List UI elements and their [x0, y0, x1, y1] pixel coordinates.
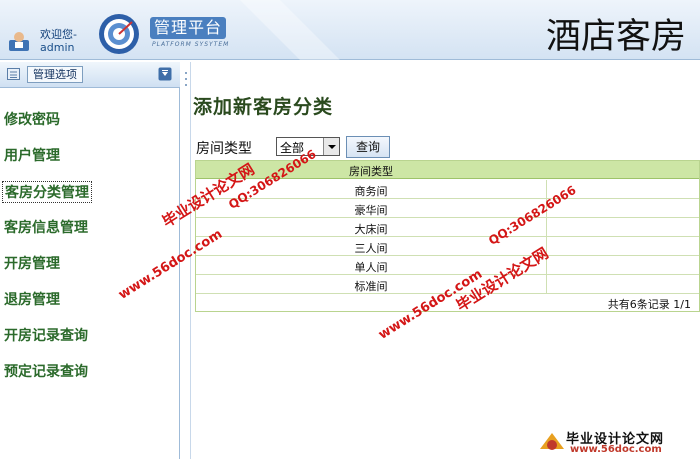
- table-row[interactable]: 大床间: [196, 218, 699, 237]
- site-title: 酒店客房: [546, 17, 687, 57]
- top-header: 欢迎您- admin 管理平台 PLATFORM SYSYTEM 酒店客房: [0, 0, 700, 60]
- brand-subtitle: PLATFORM SYSYTEM: [152, 41, 230, 48]
- list-icon: [7, 68, 20, 80]
- corner-logo-url: www.56doc.com: [570, 444, 662, 455]
- table-row[interactable]: 豪华间: [196, 199, 699, 218]
- sidebar-item-reservation-records[interactable]: 预定记录查询: [4, 361, 88, 381]
- user-info: 欢迎您- admin: [4, 22, 94, 56]
- column-divider: [546, 275, 547, 293]
- table-cell-room-type: 豪华间: [354, 204, 388, 217]
- corner-logo: 毕业设计论文网 www.56doc.com: [536, 426, 700, 459]
- sidebar-item-room-category[interactable]: 客房分类管理: [2, 181, 92, 203]
- collapse-arrow-icon[interactable]: [158, 67, 172, 81]
- header-decoration: [240, 0, 340, 60]
- user-icon: [9, 32, 29, 51]
- platform-logo-icon: [99, 14, 139, 54]
- sidebar-item-user-management[interactable]: 用户管理: [4, 145, 60, 165]
- pagination-info: 共有6条记录 1/1: [607, 298, 691, 311]
- table-row[interactable]: 三人间: [196, 237, 699, 256]
- sidebar-header-label: 管理选项: [27, 66, 83, 83]
- page-title: 添加新客房分类: [193, 96, 334, 118]
- sidebar-header: 管理选项: [0, 62, 180, 88]
- brand: 管理平台 PLATFORM SYSYTEM: [148, 17, 238, 55]
- sidebar-item-room-info[interactable]: 客房信息管理: [4, 217, 88, 237]
- sidebar-item-check-in[interactable]: 开房管理: [4, 253, 60, 273]
- table-row[interactable]: 单人间: [196, 256, 699, 275]
- sidebar-item-checkin-records[interactable]: 开房记录查询: [4, 325, 88, 345]
- column-divider: [546, 180, 547, 198]
- sidebar-item-change-password[interactable]: 修改密码: [4, 109, 60, 129]
- brand-title: 管理平台: [150, 17, 227, 39]
- app-window: 欢迎您- admin 管理平台 PLATFORM SYSYTEM 酒店客房 管理…: [0, 0, 700, 459]
- welcome-text: 欢迎您-: [40, 28, 77, 41]
- sidebar: 管理选项 修改密码 用户管理 客房分类管理 客房信息管理 开房管理 退房管理 开…: [0, 62, 180, 459]
- splitter-grip-icon: [185, 72, 187, 86]
- query-button[interactable]: 查询: [346, 136, 390, 158]
- chevron-down-icon: [328, 145, 336, 149]
- sidebar-item-check-out[interactable]: 退房管理: [4, 289, 60, 309]
- select-dropdown-button[interactable]: [323, 138, 339, 155]
- username: admin: [40, 41, 75, 54]
- corner-logo-icon: [540, 433, 564, 450]
- room-type-label: 房间类型: [196, 141, 252, 157]
- column-divider: [546, 218, 547, 236]
